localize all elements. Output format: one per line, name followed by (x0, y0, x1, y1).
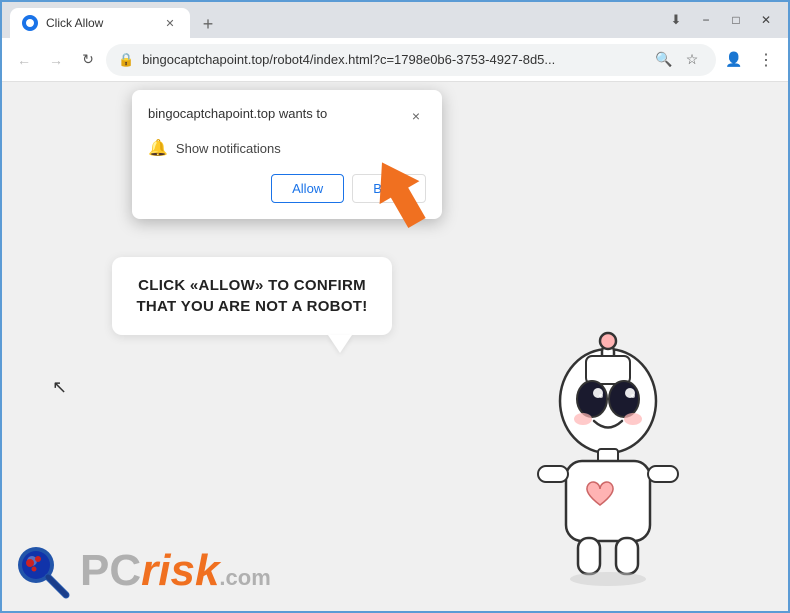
page-content: bingocaptchapoint.top wants to × 🔔 Show … (2, 82, 788, 611)
popup-site-text: bingocaptchapoint.top wants to (148, 106, 406, 121)
address-bar-actions: 🔍 ☆ (652, 48, 704, 72)
pcrisk-pc: PC (80, 546, 141, 596)
menu-button[interactable]: ⋮ (752, 46, 780, 74)
close-button[interactable]: ✕ (752, 6, 780, 34)
title-bar: Click Allow ✕ + ⬇ − □ ✕ (2, 2, 788, 38)
popup-notification-label: Show notifications (176, 141, 281, 156)
popup-close-button[interactable]: × (406, 106, 426, 126)
pcrisk-text: PC risk .com (80, 546, 271, 596)
search-icon[interactable]: 🔍 (652, 48, 676, 72)
popup-header: bingocaptchapoint.top wants to × (148, 106, 426, 126)
pcrisk-risk: risk (141, 546, 219, 596)
download-icon[interactable]: ⬇ (662, 6, 690, 34)
window-controls: ⬇ − □ ✕ (662, 6, 780, 34)
lock-icon: 🔒 (118, 52, 134, 68)
orange-arrow (357, 152, 447, 247)
forward-button[interactable]: → (42, 46, 70, 74)
robot-image (508, 331, 708, 591)
profile-button[interactable]: 👤 (720, 46, 748, 74)
minimize-button[interactable]: − (692, 6, 720, 34)
tab-favicon (22, 15, 38, 31)
allow-button[interactable]: Allow (271, 174, 344, 203)
bell-icon: 🔔 (148, 138, 168, 158)
url-text: bingocaptchapoint.top/robot4/index.html?… (142, 52, 640, 67)
maximize-button[interactable]: □ (722, 6, 750, 34)
nav-bar: ← → ↻ 🔒 bingocaptchapoint.top/robot4/ind… (2, 38, 788, 82)
tab-title: Click Allow (46, 16, 154, 30)
tab-close-button[interactable]: ✕ (162, 15, 178, 31)
captcha-message: CLICK «ALLOW» TO CONFIRM THAT YOU ARE NO… (134, 275, 370, 317)
bookmark-icon[interactable]: ☆ (680, 48, 704, 72)
address-bar[interactable]: 🔒 bingocaptchapoint.top/robot4/index.htm… (106, 44, 716, 76)
browser-window: Click Allow ✕ + ⬇ − □ ✕ ← → ↻ 🔒 bingocap… (0, 0, 790, 613)
pcrisk-icon (12, 541, 72, 601)
back-button[interactable]: ← (10, 46, 38, 74)
tab-bar: Click Allow ✕ + (10, 2, 222, 38)
active-tab[interactable]: Click Allow ✕ (10, 8, 190, 38)
new-tab-button[interactable]: + (194, 10, 222, 38)
refresh-button[interactable]: ↻ (74, 46, 102, 74)
cursor: ↖ (52, 377, 67, 398)
pcrisk-logo: PC risk .com (12, 541, 271, 601)
speech-bubble: CLICK «ALLOW» TO CONFIRM THAT YOU ARE NO… (112, 257, 392, 335)
pcrisk-domain: .com (219, 565, 270, 591)
